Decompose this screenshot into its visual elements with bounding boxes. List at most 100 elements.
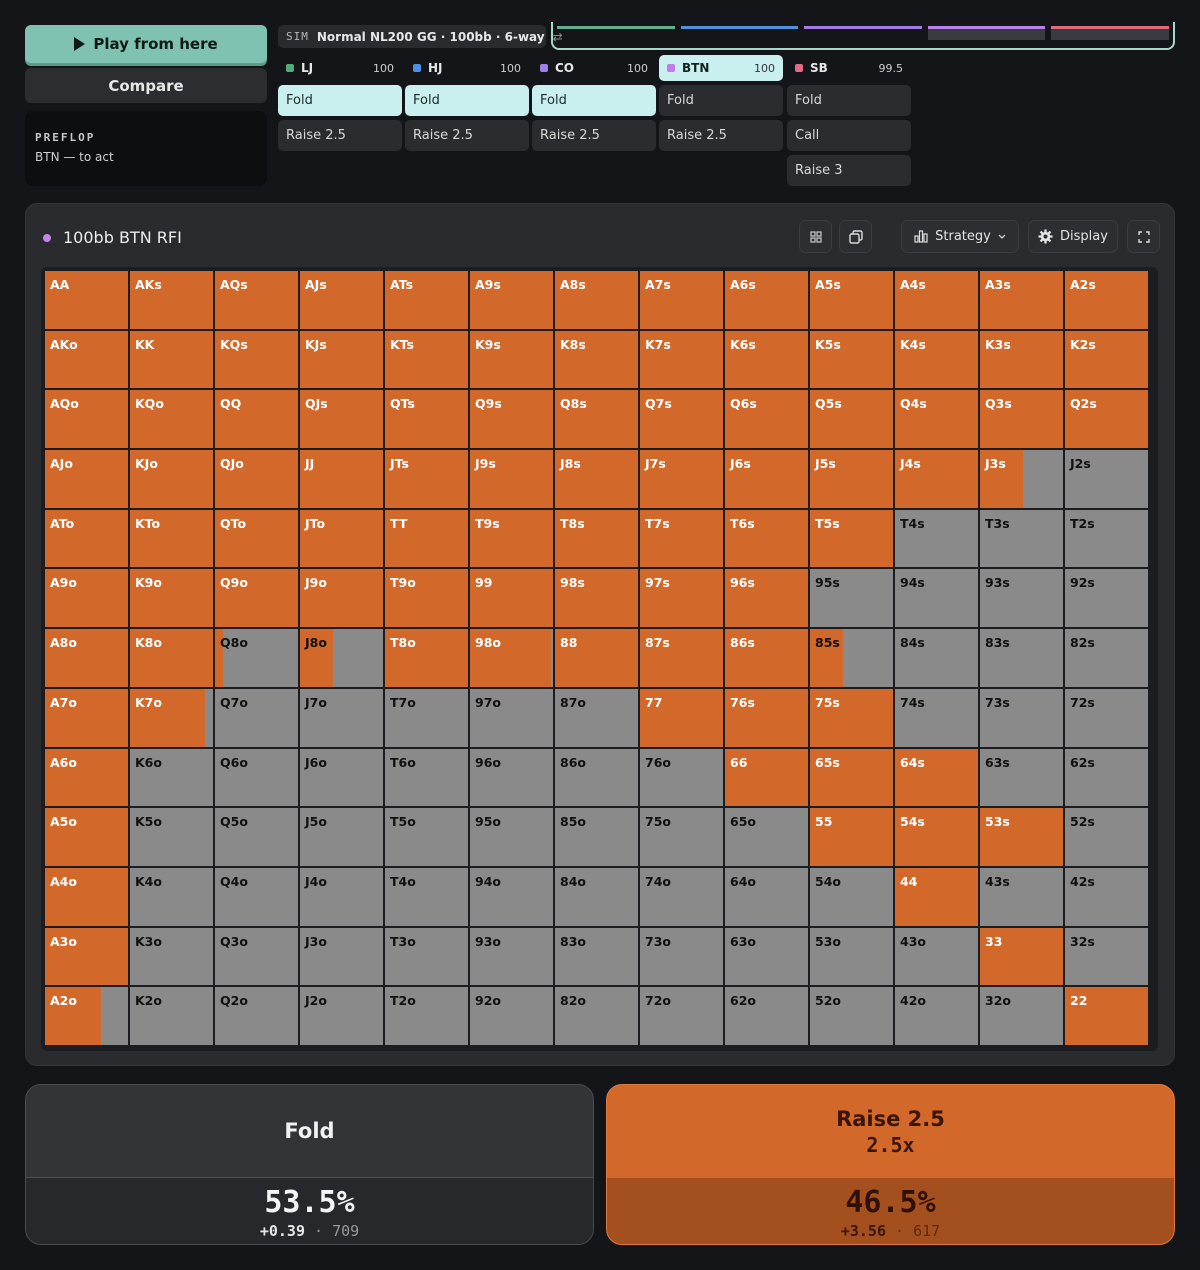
hand-cell[interactable]: J7o [300,688,383,747]
hand-cell[interactable]: QJs [300,390,383,449]
hand-cell[interactable]: 44 [895,867,978,926]
hand-cell[interactable]: T3s [980,509,1063,568]
fullscreen-button[interactable] [1127,220,1160,253]
hand-cell[interactable]: 72o [640,987,723,1045]
hand-cell[interactable]: 65s [810,748,893,807]
hand-cell[interactable]: A6s [725,271,808,329]
hand-cell[interactable]: J4s [895,450,978,508]
hand-cell[interactable]: J3o [300,927,383,986]
hand-cell[interactable]: T4s [895,509,978,568]
hand-cell[interactable]: JTs [385,450,468,508]
hand-cell[interactable]: 52s [1065,808,1148,866]
hand-cell[interactable]: J3s [980,450,1063,508]
hand-cell[interactable]: 63o [725,927,808,986]
hand-cell[interactable]: 33 [980,927,1063,986]
hand-cell[interactable]: TT [385,509,468,568]
hand-cell[interactable]: T9s [470,509,553,568]
hand-cell[interactable]: AKs [130,271,213,329]
hand-cell[interactable]: 97o [470,688,553,747]
hand-cell[interactable]: K2s [1065,330,1148,389]
action-button[interactable]: Raise 3 [787,155,911,186]
hand-cell[interactable]: 54o [810,867,893,926]
hand-cell[interactable]: A8s [555,271,638,329]
hand-cell[interactable]: T5s [810,509,893,568]
hand-cell[interactable]: T7o [385,688,468,747]
hand-cell[interactable]: 93o [470,927,553,986]
hand-cell[interactable]: 75s [810,688,893,747]
action-button[interactable]: Raise 2.5 [532,120,656,151]
hand-cell[interactable]: 66 [725,748,808,807]
hand-cell[interactable]: 86s [725,629,808,687]
hand-cell[interactable]: J5o [300,808,383,866]
hand-cell[interactable]: J4o [300,867,383,926]
action-button[interactable]: Fold [405,85,529,116]
hand-cell[interactable]: K3o [130,927,213,986]
hand-cell[interactable]: 62o [725,987,808,1045]
hand-cell[interactable]: Q7s [640,390,723,449]
copy-button[interactable] [839,220,872,253]
hand-cell[interactable]: KTo [130,509,213,568]
hand-cell[interactable]: J5s [810,450,893,508]
action-button[interactable]: Fold [532,85,656,116]
hand-cell[interactable]: 77 [640,688,723,747]
hand-cell[interactable]: 98o [470,629,553,687]
hand-cell[interactable]: 96s [725,569,808,628]
hand-cell[interactable]: 83s [980,629,1063,687]
hand-cell[interactable]: KJo [130,450,213,508]
hand-cell[interactable]: T5o [385,808,468,866]
position-header[interactable]: SB 99.5 [787,55,911,81]
hand-cell[interactable]: 55 [810,808,893,866]
hand-cell[interactable]: J2o [300,987,383,1045]
hand-cell[interactable]: Q9o [215,569,298,628]
hand-cell[interactable]: 92o [470,987,553,1045]
hand-cell[interactable]: 54s [895,808,978,866]
hand-cell[interactable]: 95s [810,569,893,628]
hand-cell[interactable]: A4o [45,867,128,926]
hand-cell[interactable]: 93s [980,569,1063,628]
hand-cell[interactable]: 62s [1065,748,1148,807]
hand-cell[interactable]: A3s [980,271,1063,329]
display-button[interactable]: Display [1028,220,1118,253]
hand-cell[interactable]: J8o [300,629,383,687]
hand-cell[interactable]: 73s [980,688,1063,747]
hand-cell[interactable]: Q9s [470,390,553,449]
hand-cell[interactable]: ATs [385,271,468,329]
action-button[interactable]: Raise 2.5 [659,120,783,151]
hand-cell[interactable]: 99 [470,569,553,628]
hand-cell[interactable]: KJs [300,330,383,389]
hand-cell[interactable]: 64s [895,748,978,807]
hand-cell[interactable]: K9s [470,330,553,389]
hand-cell[interactable]: 86o [555,748,638,807]
hand-cell[interactable]: A4s [895,271,978,329]
grid-view-button[interactable] [799,220,832,253]
sim-selector[interactable]: SIM Normal NL200 GG · 100bb · 6-way ⇄ [278,25,563,48]
hand-cell[interactable]: Q2s [1065,390,1148,449]
hand-cell[interactable]: AQs [215,271,298,329]
hand-cell[interactable]: QJo [215,450,298,508]
hand-cell[interactable]: 94s [895,569,978,628]
hand-cell[interactable]: K7s [640,330,723,389]
hand-cell[interactable]: Q4s [895,390,978,449]
hand-cell[interactable]: 43s [980,867,1063,926]
hand-cell[interactable]: A2s [1065,271,1148,329]
raise-summary-card[interactable]: Raise 2.5 2.5x 46.5% +3.56 · 617 [606,1084,1175,1245]
hand-cell[interactable]: 74s [895,688,978,747]
hand-cell[interactable]: 88 [555,629,638,687]
hand-cell[interactable]: J2s [1065,450,1148,508]
hand-cell[interactable]: T6s [725,509,808,568]
hand-cell[interactable]: J9o [300,569,383,628]
hand-cell[interactable]: Q5s [810,390,893,449]
hand-cell[interactable]: 82o [555,987,638,1045]
hand-cell[interactable]: 97s [640,569,723,628]
hand-cell[interactable]: 85s [810,629,893,687]
hand-cell[interactable]: 94o [470,867,553,926]
position-header[interactable]: HJ 100 [405,55,529,81]
hand-cell[interactable]: 64o [725,867,808,926]
hand-cell[interactable]: 52o [810,987,893,1045]
hand-cell[interactable]: AKo [45,330,128,389]
hand-cell[interactable]: J6o [300,748,383,807]
hand-cell[interactable]: A7s [640,271,723,329]
hand-cell[interactable]: KK [130,330,213,389]
hand-cell[interactable]: QTs [385,390,468,449]
hand-cell[interactable]: A8o [45,629,128,687]
